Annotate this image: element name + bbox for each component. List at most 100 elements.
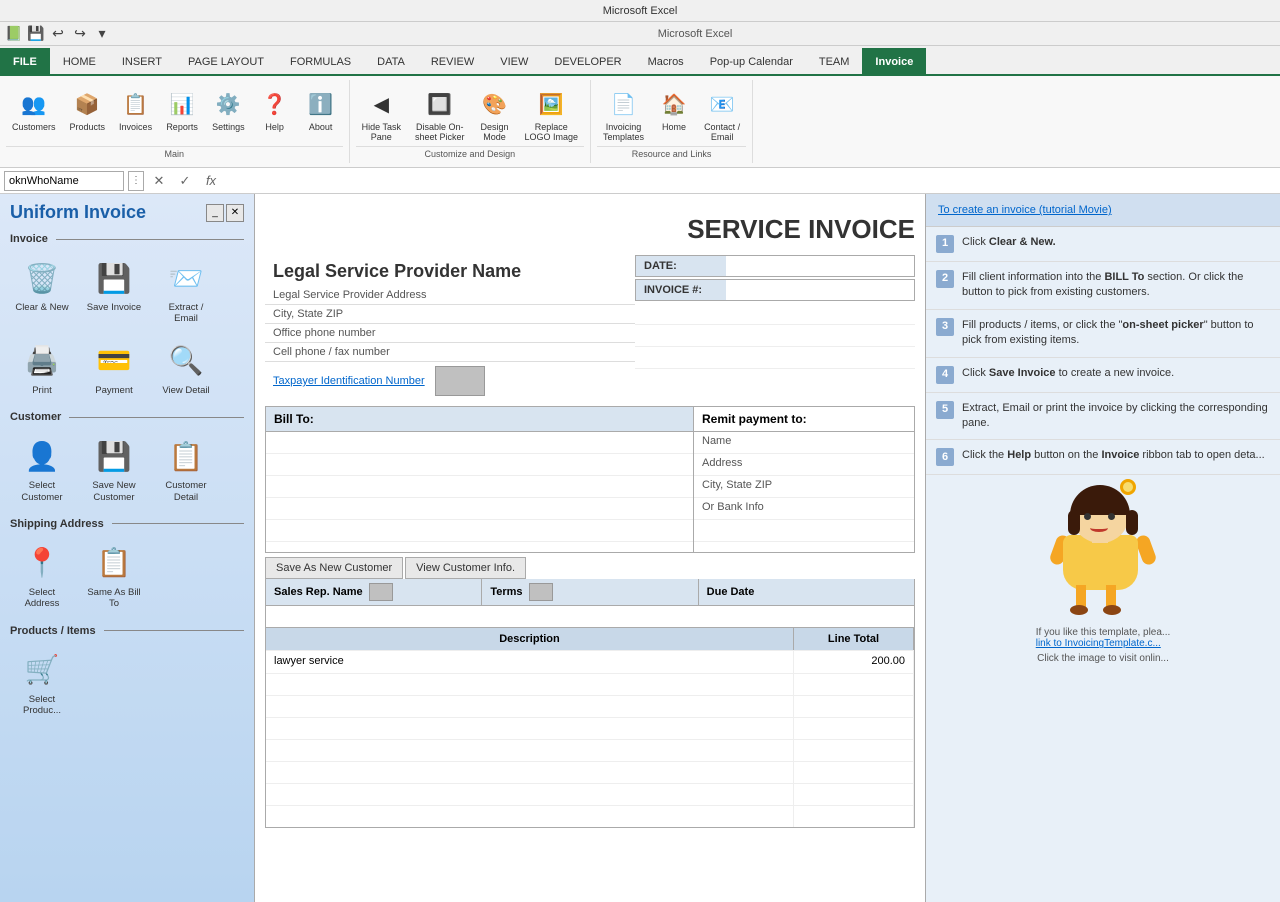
formula-cancel-btn[interactable]: ✕ — [148, 171, 170, 191]
tab-data[interactable]: DATA — [364, 48, 418, 74]
replace-logo-label: Replace LOGO Image — [525, 122, 579, 142]
formula-fx-btn[interactable]: fx — [200, 171, 222, 191]
provider-city[interactable]: City, State ZIP — [265, 305, 635, 324]
contact-email-btn[interactable]: 📧 Contact / Email — [698, 84, 746, 146]
desc-cell-description-1[interactable]: lawyer service — [266, 651, 794, 673]
terms-picker[interactable] — [529, 583, 553, 601]
provider-address[interactable]: Legal Service Provider Address — [265, 286, 635, 305]
tab-home[interactable]: HOME — [50, 48, 109, 74]
bill-to-line-1[interactable] — [266, 432, 693, 454]
bill-to-line-5[interactable] — [266, 520, 693, 542]
spacer-row — [265, 606, 915, 628]
view-customer-info-btn[interactable]: View Customer Info. — [405, 557, 526, 579]
invoices-btn[interactable]: 📋 Invoices — [113, 84, 158, 146]
pane-customer-detail[interactable]: 📋 Customer Detail — [152, 429, 220, 508]
pane-save-invoice[interactable]: 💾 Save Invoice — [80, 251, 148, 330]
tab-team[interactable]: TEAM — [806, 48, 863, 74]
bill-to-line-4[interactable] — [266, 498, 693, 520]
tab-developer[interactable]: DEVELOPER — [541, 48, 634, 74]
tab-page-layout[interactable]: PAGE LAYOUT — [175, 48, 277, 74]
pane-clear-new[interactable]: 🗑️ Clear & New — [8, 251, 76, 330]
tab-insert[interactable]: INSERT — [109, 48, 175, 74]
save-btn[interactable]: 💾 — [26, 24, 46, 44]
pane-print[interactable]: 🖨️ Print — [8, 334, 76, 401]
save-invoice-label: Save Invoice — [87, 302, 141, 313]
pane-view-detail[interactable]: 🔍 View Detail — [152, 334, 220, 401]
formula-input[interactable] — [226, 171, 1276, 191]
redo-btn[interactable]: ↪ — [70, 24, 90, 44]
step-text-4: Click Save Invoice to create a new invoi… — [962, 366, 1270, 384]
char-link-1[interactable]: link to InvoicingTemplate.c... — [1036, 638, 1171, 649]
date-row: DATE: — [635, 255, 915, 277]
char-text-2[interactable]: Click the image to visit onlin... — [1036, 653, 1171, 664]
customers-btn[interactable]: 👥 Customers — [6, 84, 62, 146]
name-box[interactable]: oknWhoName — [4, 171, 124, 191]
ribbon-tabs: FILE HOME INSERT PAGE LAYOUT FORMULAS DA… — [0, 46, 1280, 76]
desc-table: Description Line Total lawyer service 20… — [265, 628, 915, 828]
disable-onsheet-btn[interactable]: 🔲 Disable On- sheet Picker — [409, 84, 471, 146]
extract-email-label: Extract / Email — [157, 302, 215, 325]
shipping-section-items: 📍 Select Address 📋 Same As Bill To — [0, 532, 254, 619]
char-text-1: If you like this template, plea... — [1036, 627, 1171, 638]
undo-btn[interactable]: ↩ — [48, 24, 68, 44]
task-pane-title: Uniform Invoice — [10, 202, 146, 223]
help-btn[interactable]: ❓ Help — [253, 84, 297, 146]
task-pane: Uniform Invoice _ ✕ Invoice 🗑️ Clear & N… — [0, 194, 255, 902]
desc-cell-linetotal-1[interactable]: 200.00 — [794, 651, 914, 673]
tab-formulas[interactable]: FORMULAS — [277, 48, 364, 74]
pane-select-address[interactable]: 📍 Select Address — [8, 536, 76, 615]
pane-extract-email[interactable]: 📨 Extract / Email — [152, 251, 220, 330]
tab-review[interactable]: REVIEW — [418, 48, 487, 74]
pane-select-product[interactable]: 🛒 Select Produc... — [8, 643, 76, 722]
bill-to-lines — [266, 432, 693, 552]
ribbon: 👥 Customers 📦 Products 📋 Invoices 📊 Repo… — [0, 76, 1280, 168]
tab-view[interactable]: VIEW — [487, 48, 541, 74]
products-btn[interactable]: 📦 Products — [64, 84, 112, 146]
bill-to-line-2[interactable] — [266, 454, 693, 476]
replace-logo-btn[interactable]: 🖼️ Replace LOGO Image — [519, 84, 585, 146]
provider-phone[interactable]: Office phone number — [265, 324, 635, 343]
invoice-num-value[interactable] — [726, 286, 914, 294]
provider-cell[interactable]: Cell phone / fax number — [265, 343, 635, 362]
step-num-4: 4 — [936, 366, 954, 384]
provider-name[interactable]: Legal Service Provider Name — [265, 255, 635, 286]
pane-select-customer[interactable]: 👤 Select Customer — [8, 429, 76, 508]
settings-btn[interactable]: ⚙️ Settings — [206, 84, 251, 146]
task-pane-close-btn[interactable]: ✕ — [226, 204, 244, 222]
customize-btn[interactable]: ▾ — [92, 24, 112, 44]
tab-file[interactable]: FILE — [0, 48, 50, 74]
tab-macros[interactable]: Macros — [635, 48, 697, 74]
remit-address: Address — [694, 454, 914, 476]
tab-popup-calendar[interactable]: Pop-up Calendar — [697, 48, 806, 74]
step-text-3: Fill products / items, or click the "on-… — [962, 318, 1270, 349]
design-mode-btn[interactable]: 🎨 Design Mode — [473, 84, 517, 146]
tab-invoice[interactable]: Invoice — [862, 48, 926, 74]
pane-same-as-bill-to[interactable]: 📋 Same As Bill To — [80, 536, 148, 615]
invoicing-templates-btn[interactable]: 📄 Invoicing Templates — [597, 84, 650, 146]
save-new-customer-icon: 💾 — [92, 434, 136, 478]
tax-id-link[interactable]: Taxpayer Identification Number — [273, 375, 425, 387]
tutorial-link[interactable]: To create an invoice (tutorial Movie) — [926, 194, 1280, 227]
formula-divider[interactable]: ⋮ — [128, 171, 144, 191]
remit-bank: Or Bank Info — [694, 498, 914, 520]
home-label: Home — [662, 122, 686, 132]
sales-rep-picker[interactable] — [369, 583, 393, 601]
help-step-4: 4 Click Save Invoice to create a new inv… — [926, 358, 1280, 393]
formula-confirm-btn[interactable]: ✓ — [174, 171, 196, 191]
task-pane-minimize-btn[interactable]: _ — [206, 204, 224, 222]
pane-save-new-customer[interactable]: 💾 Save New Customer — [80, 429, 148, 508]
bill-to-line-3[interactable] — [266, 476, 693, 498]
invoices-label: Invoices — [119, 122, 152, 132]
settings-label: Settings — [212, 122, 245, 132]
home-btn[interactable]: 🏠 Home — [652, 84, 696, 146]
about-btn[interactable]: ℹ️ About — [299, 84, 343, 146]
reports-btn[interactable]: 📊 Reports — [160, 84, 204, 146]
date-value[interactable] — [726, 262, 914, 270]
select-product-icon: 🛒 — [20, 648, 64, 692]
save-as-new-customer-btn[interactable]: Save As New Customer — [265, 557, 403, 579]
hide-task-pane-btn[interactable]: ◀ Hide Task Pane — [356, 84, 407, 146]
spreadsheet-area: SERVICE INVOICE Legal Service Provider N… — [255, 194, 925, 902]
char-image[interactable] — [1048, 485, 1158, 615]
pane-payment[interactable]: 💳 Payment — [80, 334, 148, 401]
remit-city: City, State ZIP — [694, 476, 914, 498]
